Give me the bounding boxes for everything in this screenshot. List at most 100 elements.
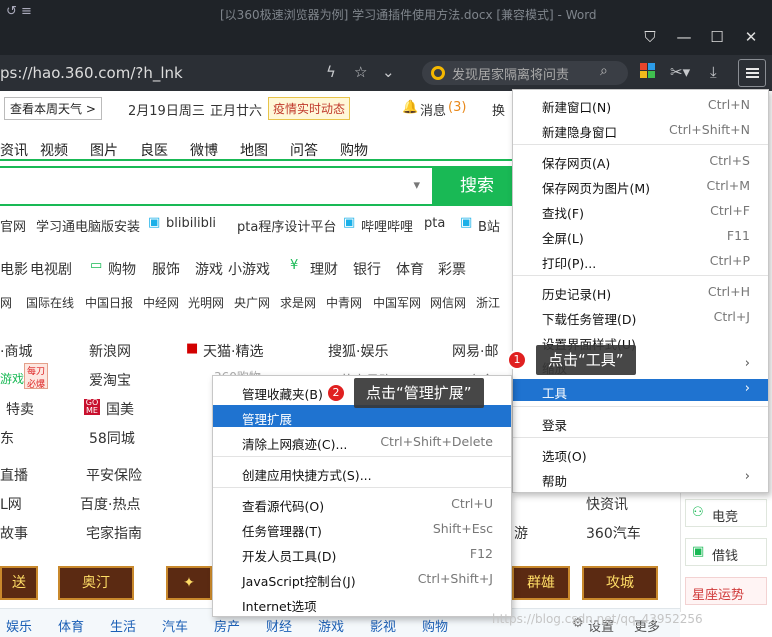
chevron-down-icon[interactable]: ▾ xyxy=(413,178,420,193)
game-banner[interactable]: 攻城 xyxy=(582,566,658,600)
close-button[interactable]: ✕ xyxy=(737,27,765,47)
bottom-nav-item[interactable]: 房产 xyxy=(214,616,240,635)
bottom-nav-item[interactable]: 购物 xyxy=(422,616,448,635)
grid-link[interactable]: 天猫·精选 xyxy=(203,341,263,361)
site-link[interactable]: 中青网 xyxy=(326,294,362,311)
category-link[interactable]: 电视剧 xyxy=(30,259,72,279)
grid-link[interactable]: 360汽车 xyxy=(586,523,641,543)
quick-link[interactable]: blibilibli xyxy=(166,216,216,231)
quick-link[interactable]: 官网 xyxy=(0,216,26,235)
message-count[interactable]: (3) xyxy=(448,100,466,115)
category-link[interactable]: 银行 xyxy=(353,259,381,279)
search-icon[interactable]: ⌕ xyxy=(600,63,608,79)
grid-link[interactable]: 直播 xyxy=(0,465,28,485)
nav-item[interactable]: 地图 xyxy=(240,140,268,160)
category-link[interactable]: 电影 xyxy=(0,259,28,279)
site-link[interactable]: 光明网 xyxy=(188,294,224,311)
site-link[interactable]: 央广网 xyxy=(234,294,270,311)
grid-link[interactable]: 特卖 xyxy=(6,399,34,419)
lightning-icon[interactable]: ϟ xyxy=(326,63,336,81)
nav-item[interactable]: 视频 xyxy=(40,140,68,160)
nav-item[interactable]: 图片 xyxy=(90,140,118,160)
grid-link[interactable]: 游 xyxy=(514,523,528,543)
grid-link[interactable]: 爱淘宝 xyxy=(89,370,131,390)
quick-link[interactable]: 哔哩哔哩 xyxy=(361,216,413,235)
category-link[interactable]: 小游戏 xyxy=(228,259,270,279)
download-icon[interactable]: ⤓ xyxy=(710,63,717,81)
site-link[interactable]: 求是网 xyxy=(280,294,316,311)
menu-save-page[interactable]: 保存网页(A) Ctrl+S xyxy=(513,149,768,171)
menu-new-window[interactable]: 新建窗口(N) Ctrl+N xyxy=(513,93,768,115)
site-link[interactable]: 中经网 xyxy=(143,294,179,311)
change-link[interactable]: 换 xyxy=(492,100,505,119)
game-banner[interactable]: ✦ xyxy=(166,566,212,600)
submenu-view-source[interactable]: 查看源代码(O) Ctrl+U xyxy=(213,492,511,514)
category-link[interactable]: 彩票 xyxy=(438,259,466,279)
menu-options[interactable]: 选项(O) xyxy=(513,442,768,464)
nav-item[interactable]: 微博 xyxy=(190,140,218,160)
grid-link[interactable]: 58同城 xyxy=(89,428,135,448)
scissors-icon[interactable]: ✂▾ xyxy=(670,63,690,81)
submenu-clear-history[interactable]: 清除上网痕迹(C)... Ctrl+Shift+Delete xyxy=(213,430,511,452)
menu-save-image[interactable]: 保存网页为图片(M) Ctrl+M xyxy=(513,174,768,196)
star-icon[interactable]: ☆ xyxy=(354,63,367,81)
quick-access-icon[interactable]: ↺ ≡ xyxy=(6,4,32,19)
loan-button[interactable]: ▣ 借钱 xyxy=(685,538,767,566)
bottom-nav-item[interactable]: 影视 xyxy=(370,616,396,635)
site-link[interactable]: 浙江 xyxy=(476,294,500,311)
submenu-create-shortcut[interactable]: 创建应用快捷方式(S)... xyxy=(213,461,511,483)
nav-item[interactable]: 良医 xyxy=(140,140,168,160)
nav-item[interactable]: 购物 xyxy=(340,140,368,160)
site-link[interactable]: 网 xyxy=(0,294,12,311)
bottom-nav-item[interactable]: 财经 xyxy=(266,616,292,635)
grid-link[interactable]: 故事 xyxy=(0,523,28,543)
quick-link[interactable]: 学习通电脑版安装 xyxy=(36,216,140,235)
main-search-input[interactable]: ▾ xyxy=(0,166,434,206)
quick-link[interactable]: pta xyxy=(424,216,445,231)
minimize-button[interactable]: — xyxy=(670,27,698,47)
site-link[interactable]: 网信网 xyxy=(430,294,466,311)
menu-downloads[interactable]: 下载任务管理(D) Ctrl+J xyxy=(513,305,768,327)
submenu-internet-options[interactable]: Internet选项 xyxy=(213,592,511,614)
category-link[interactable]: 购物 xyxy=(108,259,136,279)
grid-link[interactable]: 新浪网 xyxy=(89,341,131,361)
horoscope-button[interactable]: 星座运势 xyxy=(685,577,767,605)
bottom-nav-item[interactable]: 生活 xyxy=(110,616,136,635)
main-menu-button[interactable] xyxy=(738,59,766,87)
submenu-devtools[interactable]: 开发人员工具(D) F12 xyxy=(213,542,511,564)
menu-login[interactable]: 登录 xyxy=(513,411,768,433)
bottom-nav-item[interactable]: 娱乐 xyxy=(6,616,32,635)
grid-link[interactable]: ·商城 xyxy=(0,341,32,361)
category-link[interactable]: 体育 xyxy=(396,259,424,279)
game-banner[interactable]: 群雄 xyxy=(512,566,570,600)
menu-help[interactable]: 帮助 › xyxy=(513,467,768,489)
menu-print[interactable]: 打印(P)... Ctrl+P xyxy=(513,249,768,271)
game-banner[interactable]: 奥汀 xyxy=(58,566,134,600)
nav-item[interactable]: 问答 xyxy=(290,140,318,160)
nav-item[interactable]: 资讯 xyxy=(0,140,28,160)
game-banner[interactable]: 送 xyxy=(0,566,38,600)
category-link[interactable]: 理财 xyxy=(310,259,338,279)
site-link[interactable]: 中国军网 xyxy=(373,294,421,311)
bottom-nav-item[interactable]: 体育 xyxy=(58,616,84,635)
chevron-down-icon[interactable]: ⌄ xyxy=(382,63,395,81)
site-link[interactable]: 国际在线 xyxy=(26,294,74,311)
weather-button[interactable]: 查看本周天气 > xyxy=(4,97,102,120)
submenu-task-manager[interactable]: 任务管理器(T) Shift+Esc xyxy=(213,517,511,539)
quick-link[interactable]: B站 xyxy=(478,216,500,235)
grid-link[interactable]: 百度·热点 xyxy=(80,494,140,514)
epidemic-link[interactable]: 疫情实时动态 xyxy=(268,97,351,120)
grid-link[interactable]: 网易·邮 xyxy=(452,341,498,361)
grid-link[interactable]: 东 xyxy=(0,428,14,448)
quick-link[interactable]: pta程序设计平台 xyxy=(237,216,336,235)
message-label[interactable]: 消息 xyxy=(420,100,446,119)
submenu-extensions[interactable]: 管理扩展 xyxy=(213,405,511,427)
url-field[interactable]: ps://hao.360.com/?h_lnk xyxy=(0,64,183,82)
apps-grid-icon[interactable] xyxy=(640,63,656,79)
submenu-js-console[interactable]: JavaScript控制台(J) Ctrl+Shift+J xyxy=(213,567,511,589)
category-link[interactable]: 游戏 xyxy=(195,259,223,279)
grid-link[interactable]: 平安保险 xyxy=(86,465,142,485)
menu-find[interactable]: 查找(F) Ctrl+F xyxy=(513,199,768,221)
grid-link[interactable]: 游戏 xyxy=(0,370,24,387)
menu-tools[interactable]: 工具 › xyxy=(513,379,768,401)
